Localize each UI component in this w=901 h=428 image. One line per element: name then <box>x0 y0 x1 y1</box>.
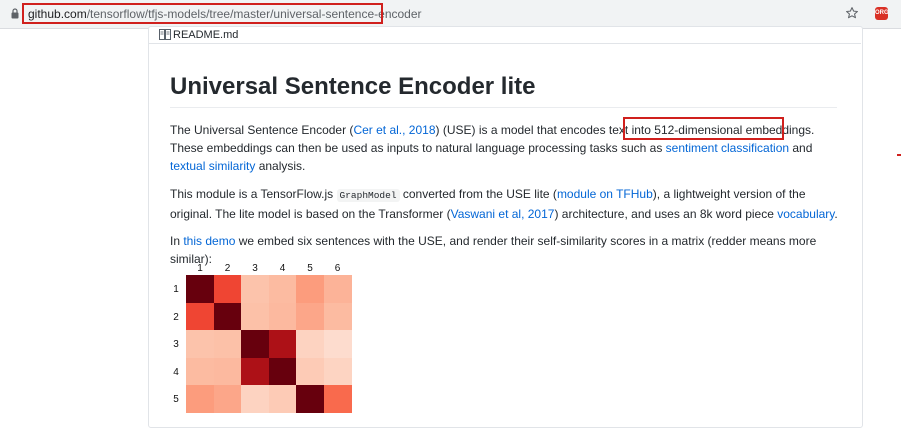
matrix-cell <box>268 357 297 386</box>
matrix-cell <box>241 357 269 386</box>
readme-file-name[interactable]: README.md <box>173 29 238 41</box>
matrix-cell <box>296 357 324 386</box>
matrix-col-label: 2 <box>224 263 231 274</box>
p1-text-6: analysis. <box>255 159 306 173</box>
matrix-row-label: 4 <box>173 366 179 378</box>
matrix-cell <box>241 385 269 413</box>
title-divider <box>170 107 837 108</box>
p3-text-2: we embed six sentences with the USE, and… <box>170 234 817 266</box>
lock-icon <box>11 8 19 19</box>
graphmodel-code: GraphModel <box>336 189 400 202</box>
p2-text-2: converted from the USE lite ( <box>399 187 557 201</box>
matrix-row-label: 3 <box>173 339 179 350</box>
link-vaswani-2017[interactable]: Vaswani et al, 2017 <box>451 207 555 221</box>
matrix-cell <box>268 385 297 413</box>
matrix-row-label: 1 <box>173 284 179 295</box>
link-module-on-tfhub[interactable]: module on TFHub <box>557 187 653 201</box>
matrix-col-label: 6 <box>334 263 341 274</box>
link-this-demo[interactable]: this demo <box>183 234 235 248</box>
p1-text-4: These embeddings can then be used as inp… <box>170 141 666 155</box>
matrix-cell <box>213 302 242 331</box>
matrix-cell <box>323 357 352 386</box>
browser-url-bar[interactable]: github.com/tensorflow/tfjs-models/tree/m… <box>0 0 901 29</box>
book-icon <box>159 29 171 40</box>
matrix-cell <box>296 275 324 303</box>
matrix-cell <box>186 275 214 303</box>
link-cer-2018[interactable]: Cer et al., 2018 <box>353 123 435 137</box>
matrix-cell <box>296 385 324 413</box>
matrix-col-label: 3 <box>252 263 258 274</box>
link-textual-similarity[interactable]: textual similarity <box>170 159 255 173</box>
bookmark-star-icon[interactable] <box>845 6 859 20</box>
url-highlight-box <box>22 3 383 24</box>
extension-icon[interactable]: ORG <box>875 7 889 20</box>
matrix-col-label: 5 <box>307 263 313 274</box>
p3-text-1: In <box>170 234 184 248</box>
p1-text-5: and <box>789 141 813 155</box>
readme-header <box>148 26 861 44</box>
paragraph-module: This module is a TensorFlow.js GraphMode… <box>170 185 845 223</box>
p1-text-2: ) (USE) is a model that encodes text int… <box>435 123 655 137</box>
matrix-row-label: 2 <box>173 311 179 323</box>
matrix-cell <box>186 357 214 386</box>
matrix-cell <box>241 302 269 331</box>
matrix-cell <box>241 330 269 358</box>
matrix-cell <box>323 302 352 331</box>
p2-text-1: This module is a TensorFlow.js <box>170 187 337 201</box>
matrix-cell <box>323 330 352 358</box>
matrix-cell <box>268 330 297 358</box>
matrix-cell <box>186 385 214 413</box>
matrix-cell <box>213 357 242 386</box>
matrix-cell <box>268 302 297 331</box>
edge-red-mark <box>897 154 901 156</box>
p2-text-5: . <box>834 207 838 221</box>
matrix-cell <box>268 275 297 303</box>
matrix-cell <box>213 385 242 413</box>
matrix-cell <box>323 275 352 303</box>
matrix-cell <box>296 302 324 331</box>
embeddings-highlight-box <box>623 117 784 140</box>
matrix-cell <box>186 302 214 331</box>
matrix-cell <box>213 330 242 358</box>
matrix-cell <box>213 275 242 303</box>
link-vocabulary[interactable]: vocabulary <box>777 207 834 221</box>
matrix-row-label: 5 <box>173 394 179 405</box>
matrix-cell <box>186 330 214 358</box>
matrix-cell <box>296 330 324 358</box>
page-title: Universal Sentence Encoder lite <box>170 73 536 100</box>
p1-text-1: The Universal Sentence Encoder ( <box>170 123 354 137</box>
matrix-col-label: 1 <box>197 263 203 274</box>
matrix-cell <box>323 385 352 413</box>
link-sentiment-classification[interactable]: sentiment classification <box>666 141 789 155</box>
matrix-cell <box>241 275 269 303</box>
p2-text-4: ) architecture, and uses an 8k word piec… <box>554 207 778 221</box>
matrix-col-label: 4 <box>279 263 286 274</box>
